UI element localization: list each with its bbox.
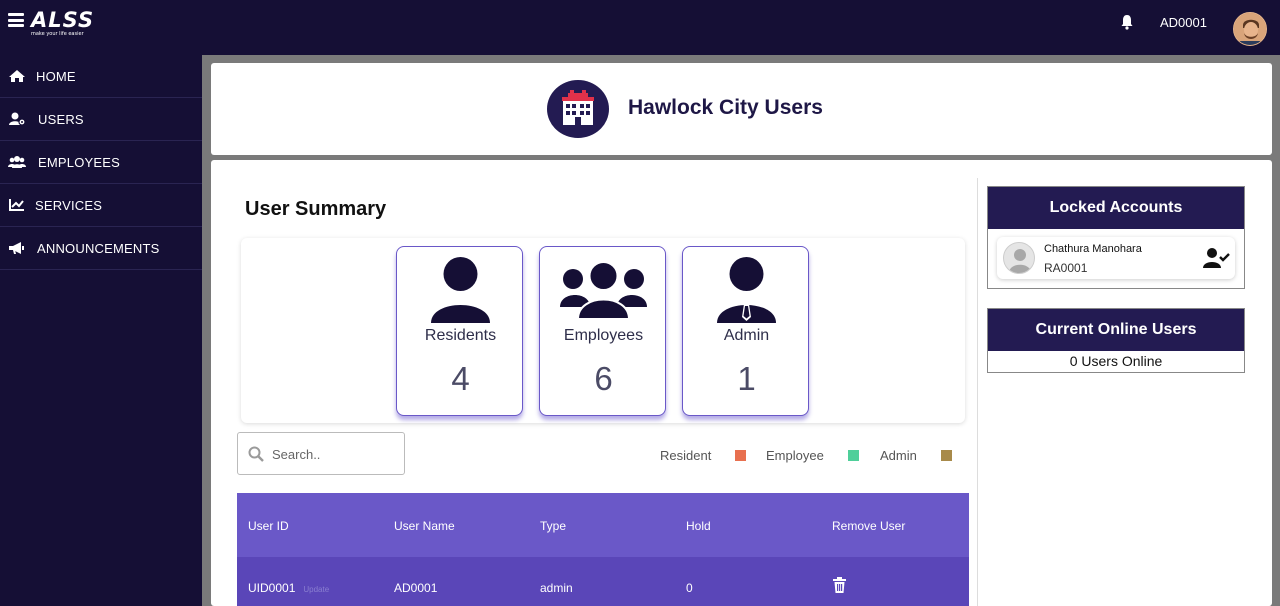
header-badge	[547, 80, 609, 138]
locked-account-name: Chathura Manohara	[1044, 243, 1142, 255]
stat-value: 6	[594, 360, 613, 397]
summary-title: User Summary	[245, 198, 387, 220]
user-summary-section: User Summary Residents 4 Employees 6 Adm…	[228, 178, 978, 606]
column-header-hold[interactable]: Hold	[686, 519, 711, 533]
table-row[interactable]: UID0001 Update AD0001 admin 0	[237, 557, 969, 606]
stat-label: Residents	[424, 327, 497, 344]
locked-accounts-card: Locked Accounts Chathura Manohara RA0001	[987, 186, 1245, 289]
residents-card[interactable]: Residents 4	[396, 246, 523, 416]
locked-account-id: RA0001	[1044, 261, 1088, 275]
stat-label: Employees	[563, 327, 644, 344]
top-bar: ALSS make your life easier AD0001	[0, 0, 1280, 55]
table-header: User ID User Name Type Hold Remove User	[237, 493, 969, 557]
sidebar-item-label: USERS	[38, 112, 84, 127]
legend-employee-swatch	[848, 450, 859, 461]
column-header-type[interactable]: Type	[540, 519, 566, 533]
update-link[interactable]: Update	[303, 585, 329, 594]
user-icon	[431, 257, 490, 323]
users-gear-icon	[9, 112, 26, 126]
search-box	[237, 432, 405, 475]
sidebar-item-employees[interactable]: EMPLOYEES	[0, 141, 202, 184]
legend-resident-swatch	[735, 450, 746, 461]
default-avatar-icon	[1009, 249, 1031, 273]
hamburger-menu-icon[interactable]	[8, 13, 24, 27]
sidebar-item-label: ANNOUNCEMENTS	[37, 241, 160, 256]
column-header-user-name[interactable]: User Name	[394, 519, 455, 533]
sidebar-item-announcements[interactable]: ANNOUNCEMENTS	[0, 227, 202, 270]
users-table: User ID User Name Type Hold Remove User …	[237, 493, 969, 606]
stat-label: Admin	[723, 327, 770, 344]
stat-value: 1	[737, 360, 756, 397]
column-header-user-id[interactable]: User ID	[248, 519, 289, 533]
sidebar-item-home[interactable]: HOME	[0, 55, 202, 98]
user-id-value: UID0001	[248, 581, 296, 595]
avatar[interactable]	[1233, 12, 1267, 46]
chart-line-icon	[9, 199, 24, 211]
user-code[interactable]: AD0001	[1160, 15, 1207, 30]
megaphone-icon	[9, 242, 24, 254]
admin-card[interactable]: Admin 1	[682, 246, 809, 416]
bell-icon[interactable]	[1120, 14, 1134, 30]
home-icon	[9, 70, 25, 82]
page-title: Hawlock City Users	[628, 96, 823, 119]
search-icon[interactable]	[248, 446, 264, 462]
sidebar: HOME USERS EMPLOYEES SERVICES ANNOUNCEME…	[0, 55, 202, 606]
sidebar-item-label: HOME	[36, 69, 76, 84]
locked-account-item[interactable]: Chathura Manohara RA0001	[997, 237, 1235, 279]
group-icon	[8, 156, 26, 168]
hold-cell: 0	[686, 581, 693, 595]
users-icon	[560, 261, 647, 320]
sidebar-item-label: SERVICES	[35, 198, 103, 213]
legend-admin-label: Admin	[880, 448, 917, 463]
unlock-user-icon[interactable]	[1202, 247, 1230, 269]
user-id-cell: UID0001 Update	[248, 581, 329, 595]
online-users-card: Current Online Users 0 Users Online	[987, 308, 1245, 373]
logo-text: ALSS	[31, 8, 95, 32]
locked-accounts-title: Locked Accounts	[988, 187, 1244, 229]
type-cell: admin	[540, 581, 573, 595]
online-users-count: 0 Users Online	[1069, 353, 1163, 369]
employees-card[interactable]: Employees 6	[539, 246, 666, 416]
sidebar-item-services[interactable]: SERVICES	[0, 184, 202, 227]
sidebar-item-users[interactable]: USERS	[0, 98, 202, 141]
legend-resident-label: Resident	[660, 448, 712, 463]
avatar-face-icon	[1234, 13, 1266, 45]
stat-cards-area: Residents 4 Employees 6 Admin 1	[241, 238, 965, 423]
online-users-title: Current Online Users	[988, 309, 1244, 351]
stat-value: 4	[451, 360, 470, 397]
sidebar-item-label: EMPLOYEES	[38, 155, 120, 170]
building-icon	[562, 90, 594, 125]
page-header: Hawlock City Users	[211, 63, 1272, 155]
legend-admin-swatch	[941, 450, 952, 461]
user-name-cell: AD0001	[394, 581, 438, 595]
search-input[interactable]	[272, 445, 397, 463]
admin-tie-icon	[717, 257, 776, 323]
trash-icon[interactable]	[833, 577, 846, 593]
legend-employee-label: Employee	[766, 448, 824, 463]
locked-avatar	[1003, 242, 1035, 274]
logo[interactable]: ALSS make your life easier	[31, 9, 94, 37]
column-header-remove-user: Remove User	[832, 519, 906, 533]
